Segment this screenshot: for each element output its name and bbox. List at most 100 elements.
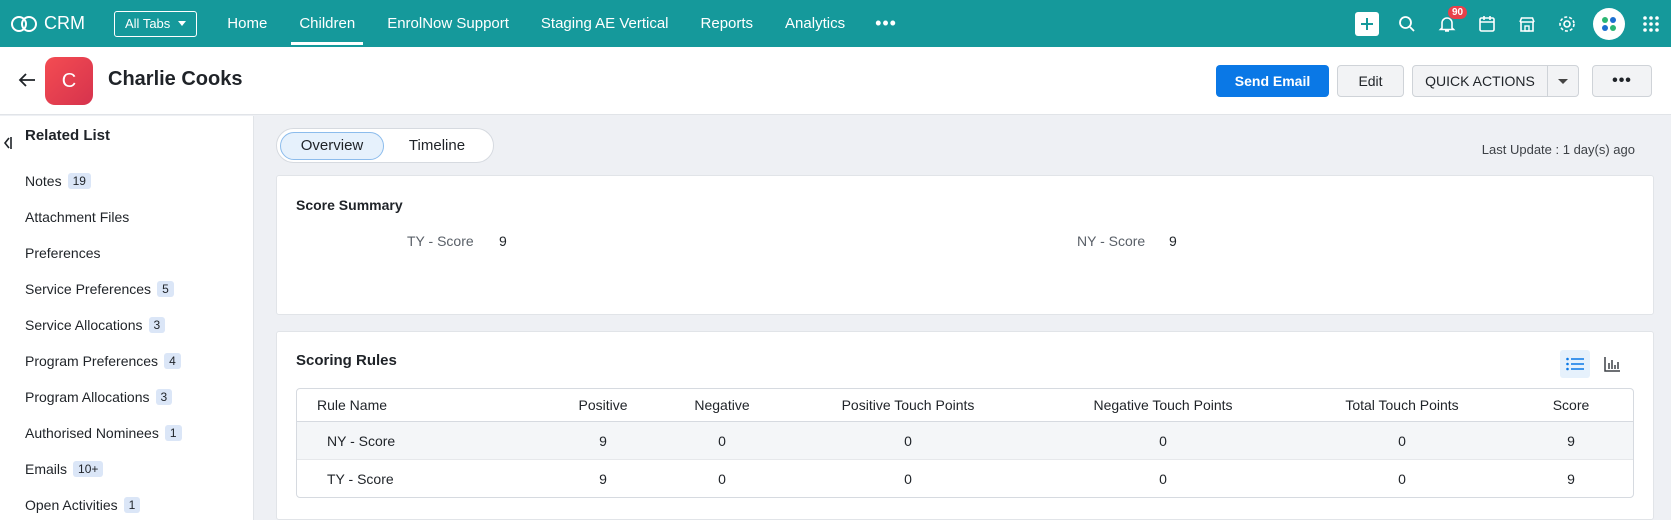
score-summary-title: Score Summary <box>296 197 403 213</box>
column-header-score[interactable]: Score <box>1509 397 1633 413</box>
record-avatar: C <box>45 57 93 105</box>
related-item-label: Service Preferences <box>25 281 152 297</box>
scoring-rules-table: Rule Name Positive Negative Positive Tou… <box>296 388 1634 498</box>
apps-button[interactable] <box>1631 0 1671 47</box>
caret-down-icon <box>1558 78 1568 84</box>
calendar-button[interactable] <box>1467 0 1507 47</box>
count-badge: 1 <box>123 497 141 513</box>
top-nav-bar: CRM All Tabs Home Children EnrolNow Supp… <box>0 0 1671 47</box>
collapse-sidebar-icon[interactable] <box>3 136 13 150</box>
search-button[interactable] <box>1387 0 1427 47</box>
tab-staging-ae-vertical[interactable]: Staging AE Vertical <box>525 0 685 47</box>
count-badge: 4 <box>164 353 181 369</box>
cell-positive: 9 <box>599 471 607 487</box>
list-view-icon <box>1566 357 1584 371</box>
score-summary-section: Score Summary TY - Score 9 NY - Score 9 <box>276 175 1654 315</box>
crm-logo[interactable]: CRM <box>10 13 102 34</box>
calendar-icon <box>1479 15 1495 32</box>
tab-label: Staging AE Vertical <box>540 15 669 32</box>
column-header-positive[interactable]: Positive <box>547 397 659 413</box>
notification-badge: 90 <box>1448 6 1468 19</box>
table-row[interactable]: TY - Score 9 0 0 0 0 9 <box>297 460 1633 497</box>
notifications-button[interactable]: 90 <box>1427 0 1468 47</box>
search-icon <box>1399 15 1415 32</box>
store-icon <box>1519 16 1535 32</box>
cell-score: 9 <box>1567 432 1575 449</box>
view-tabs-bar: Overview Timeline Last Update : 1 day(s)… <box>254 116 1671 175</box>
send-email-button[interactable]: Send Email <box>1216 65 1329 97</box>
cell-negative-touch-points: 0 <box>1159 432 1167 449</box>
cell-rule-name: NY - Score <box>327 432 396 449</box>
more-actions-button[interactable]: ••• <box>1592 65 1652 97</box>
profile-avatar[interactable] <box>1593 7 1625 40</box>
related-item-label: Emails <box>25 461 68 477</box>
cell-score: 9 <box>1567 471 1575 487</box>
tab-analytics[interactable]: Analytics <box>769 0 861 47</box>
related-item-emails[interactable]: Emails 10+ <box>25 451 182 487</box>
plus-icon <box>1355 11 1379 36</box>
related-item-label: Service Allocations <box>25 317 143 333</box>
column-header-negative-touch-points[interactable]: Negative Touch Points <box>1031 397 1295 413</box>
tab-label: Reports <box>700 15 754 32</box>
related-item-open-activities[interactable]: Open Activities 1 <box>25 487 182 520</box>
ny-score-field: NY - Score 9 <box>1077 233 1177 249</box>
related-item-label: Program Preferences <box>25 353 159 369</box>
tab-timeline[interactable]: Timeline <box>384 132 490 160</box>
cell-negative-touch-points: 0 <box>1159 471 1167 487</box>
ty-score-field: TY - Score 9 <box>407 233 507 249</box>
scoring-rules-title: Scoring Rules <box>296 352 397 369</box>
table-row[interactable]: NY - Score 9 0 0 0 0 9 <box>297 422 1633 460</box>
tab-children[interactable]: Children <box>283 0 371 47</box>
related-item-preferences[interactable]: Preferences <box>25 235 182 271</box>
field-label: NY - Score <box>1077 233 1146 249</box>
cell-positive-touch-points: 0 <box>904 471 912 487</box>
related-item-label: Program Allocations <box>25 389 150 405</box>
related-item-attachment-files[interactable]: Attachment Files <box>25 199 182 235</box>
cell-negative: 0 <box>718 471 726 487</box>
settings-button[interactable] <box>1547 0 1587 47</box>
related-item-program-allocations[interactable]: Program Allocations 3 <box>25 379 182 415</box>
related-item-notes[interactable]: Notes 19 <box>25 163 182 199</box>
quick-actions-dropdown[interactable] <box>1547 65 1579 97</box>
count-badge: 19 <box>67 173 91 189</box>
all-tabs-label: All Tabs <box>125 16 171 31</box>
related-item-program-preferences[interactable]: Program Preferences 4 <box>25 343 182 379</box>
related-item-authorised-nominees[interactable]: Authorised Nominees 1 <box>25 415 182 451</box>
column-header-negative[interactable]: Negative <box>659 397 785 413</box>
related-item-service-preferences[interactable]: Service Preferences 5 <box>25 271 182 307</box>
field-value: 9 <box>499 233 507 249</box>
create-button[interactable] <box>1347 0 1387 47</box>
related-list: Notes 19 Attachment Files Preferences Ser… <box>25 163 182 520</box>
column-header-positive-touch-points[interactable]: Positive Touch Points <box>785 397 1031 413</box>
column-header-rule-name[interactable]: Rule Name <box>297 397 547 413</box>
related-list-title: Related List <box>25 127 111 144</box>
top-icons: 90 <box>1347 0 1671 47</box>
related-item-label: Preferences <box>25 245 101 261</box>
more-tabs-button[interactable]: ••• <box>861 0 911 47</box>
all-tabs-dropdown[interactable]: All Tabs <box>114 10 198 37</box>
crm-logo-icon <box>11 15 37 32</box>
count-badge: 5 <box>157 281 174 297</box>
back-arrow-icon[interactable] <box>16 69 38 91</box>
related-item-label: Attachment Files <box>25 209 130 225</box>
cell-total-touch-points: 0 <box>1398 471 1406 487</box>
related-item-service-allocations[interactable]: Service Allocations 3 <box>25 307 182 343</box>
column-header-total-touch-points[interactable]: Total Touch Points <box>1295 397 1509 413</box>
tab-enrolnow-support[interactable]: EnrolNow Support <box>371 0 525 47</box>
tab-overview[interactable]: Overview <box>280 131 384 160</box>
record-name: Charlie Cooks <box>108 68 243 90</box>
related-item-label: Notes <box>25 173 62 189</box>
table-header-row: Rule Name Positive Negative Positive Tou… <box>297 389 1633 422</box>
tab-label: Analytics <box>785 15 846 32</box>
marketplace-button[interactable] <box>1507 0 1547 47</box>
quick-actions-button[interactable]: QUICK ACTIONS <box>1412 65 1548 97</box>
related-item-label: Authorised Nominees <box>25 425 159 441</box>
chart-view-button[interactable] <box>1597 350 1627 378</box>
list-view-button[interactable] <box>1560 350 1590 378</box>
tab-home[interactable]: Home <box>211 0 283 47</box>
field-value: 9 <box>1169 233 1177 249</box>
last-update-text: Last Update : 1 day(s) ago <box>1481 142 1635 157</box>
tab-reports[interactable]: Reports <box>685 0 770 47</box>
count-badge: 10+ <box>73 461 104 477</box>
edit-button[interactable]: Edit <box>1337 65 1404 97</box>
